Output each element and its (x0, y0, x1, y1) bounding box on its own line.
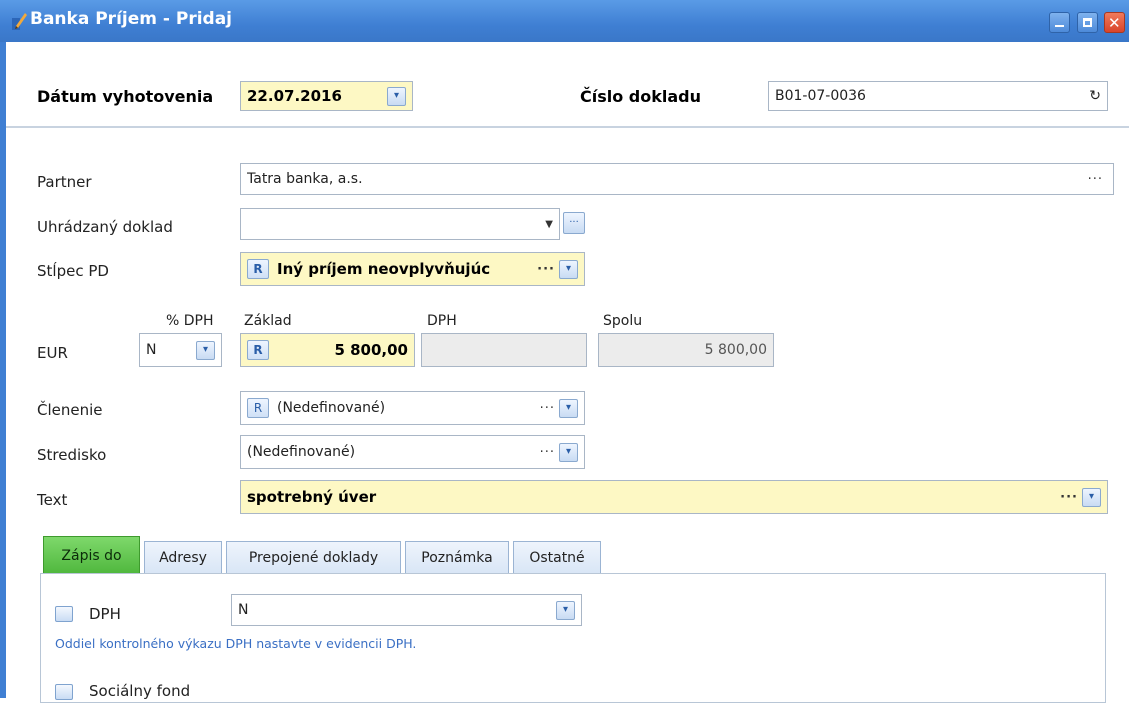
base-value: 5 800,00 (334, 341, 408, 359)
vat-select-value: N (238, 602, 249, 618)
ellipsis-icon[interactable]: ··· (540, 445, 555, 460)
partner-value: Tatra banka, a.s. (247, 171, 363, 187)
chevron-down-icon[interactable]: ▾ (559, 259, 578, 279)
r-badge-icon: R (247, 398, 269, 418)
vat-check-label: DPH (89, 605, 121, 623)
r-badge-icon: R (247, 340, 269, 360)
r-badge-icon: R (247, 259, 269, 279)
vat-note: Oddiel kontrolného výkazu DPH nastavte v… (55, 636, 417, 651)
vat-checkbox[interactable] (55, 606, 73, 622)
window-frame (0, 42, 6, 698)
doc-number-label: Číslo dokladu (580, 87, 702, 106)
chevron-down-icon[interactable]: ▾ (556, 600, 575, 620)
social-fund-label: Sociálny fond (89, 682, 191, 700)
text-field[interactable]: spotrebný úver ··· ▾ (240, 480, 1108, 514)
vat-pct-select[interactable]: N ▾ (139, 333, 222, 367)
ellipsis-icon[interactable]: ··· (540, 401, 555, 416)
base-field[interactable]: R 5 800,00 (240, 333, 415, 367)
text-label: Text (37, 491, 68, 509)
center-label: Stredisko (37, 446, 107, 464)
vat-field (421, 333, 587, 367)
doc-number-field[interactable]: B01-07-0036 ↻ (768, 81, 1108, 111)
chevron-down-icon[interactable]: ▾ (196, 340, 215, 360)
base-label: Základ (244, 313, 292, 329)
refresh-icon[interactable]: ↻ (1089, 88, 1101, 104)
partner-field[interactable]: Tatra banka, a.s. ··· (240, 163, 1114, 195)
ellipsis-icon[interactable]: ··· (537, 262, 555, 277)
total-value: 5 800,00 (704, 342, 767, 358)
calendar-dropdown-icon[interactable]: ▾ (387, 86, 406, 106)
center-field[interactable]: (Nedefinované) ··· ▾ (240, 435, 585, 469)
chevron-down-icon[interactable]: ▾ (1082, 487, 1101, 507)
total-label: Spolu (603, 313, 643, 329)
ellipsis-icon[interactable]: ··· (1060, 490, 1078, 505)
tab-prepojene-doklady[interactable]: Prepojené doklady (226, 541, 401, 573)
window-title: Banka Príjem - Pridaj (30, 9, 232, 29)
text-value: spotrebný úver (247, 488, 377, 506)
division-label: Členenie (37, 401, 103, 419)
division-value: (Nedefinované) (277, 400, 386, 416)
partner-label: Partner (37, 173, 92, 191)
vat-select[interactable]: N ▾ (231, 594, 582, 626)
column-field[interactable]: R Iný príjem neovplyvňujúc ··· ▾ (240, 252, 585, 286)
date-label: Dátum vyhotovenia (37, 87, 214, 106)
center-value: (Nedefinované) (247, 444, 356, 460)
tab-poznamka[interactable]: Poznámka (405, 541, 509, 573)
header-divider (6, 126, 1129, 128)
column-value: Iný príjem neovplyvňujúc (277, 260, 491, 278)
minimize-icon[interactable] (1049, 12, 1070, 33)
column-label: Stĺpec PD (37, 262, 109, 280)
paid-doc-label: Uhrádzaný doklad (37, 218, 173, 236)
vat-pct-value: N (146, 342, 157, 358)
tab-adresy[interactable]: Adresy (144, 541, 222, 573)
currency-label: EUR (37, 344, 68, 362)
paid-doc-field[interactable]: ▼ (240, 208, 560, 240)
title-bar[interactable]: Banka Príjem - Pridaj ✕ (0, 0, 1129, 42)
chevron-down-icon[interactable]: ▼ (545, 219, 553, 230)
chevron-down-icon[interactable]: ▾ (559, 398, 578, 418)
app-icon (12, 13, 27, 30)
vat-label: DPH (427, 313, 457, 329)
close-icon[interactable]: ✕ (1104, 12, 1125, 33)
vat-pct-label: % DPH (166, 313, 214, 329)
division-field[interactable]: R (Nedefinované) ··· ▾ (240, 391, 585, 425)
date-value: 22.07.2016 (247, 87, 342, 105)
maximize-icon[interactable] (1077, 12, 1098, 33)
doc-number-value: B01-07-0036 (775, 88, 866, 104)
ellipsis-icon[interactable]: ··· (1088, 172, 1103, 187)
ellipsis-icon[interactable]: ··· (563, 212, 585, 234)
date-field[interactable]: 22.07.2016 ▾ (240, 81, 413, 111)
total-field: 5 800,00 (598, 333, 774, 367)
chevron-down-icon[interactable]: ▾ (559, 442, 578, 462)
tab-ostatne[interactable]: Ostatné (513, 541, 601, 573)
tab-zapis-do[interactable]: Zápis do (43, 536, 140, 574)
